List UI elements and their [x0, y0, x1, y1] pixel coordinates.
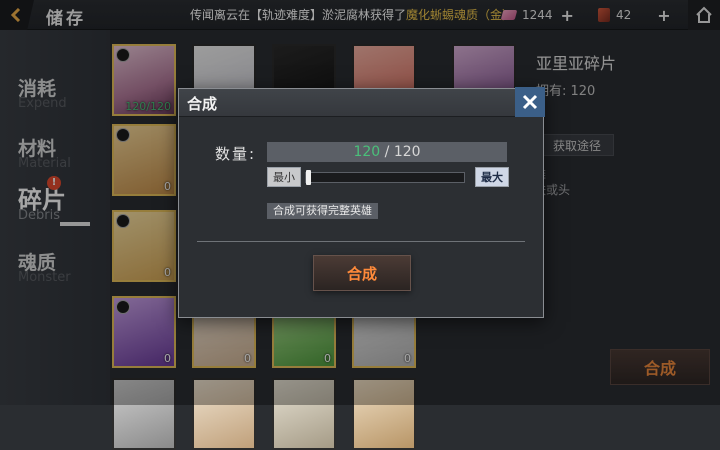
compose-button[interactable]: 合成	[313, 255, 411, 291]
quantity-current: 120	[353, 144, 381, 160]
quantity-display: 120 / 120	[267, 142, 507, 162]
compose-dialog: 合成 数量: 120 / 120 最小 最大 合成可获得完整英雄 合成	[178, 87, 545, 318]
quantity-max: 120	[393, 144, 421, 160]
divider	[197, 241, 525, 242]
close-icon	[522, 94, 538, 110]
quantity-slider[interactable]	[305, 170, 465, 185]
max-button[interactable]: 最大	[475, 167, 509, 187]
slider-handle[interactable]	[306, 170, 311, 185]
quantity-separator: /	[380, 144, 394, 160]
close-button[interactable]	[515, 87, 545, 117]
quantity-label: 数量:	[215, 145, 257, 163]
min-button[interactable]: 最小	[267, 167, 301, 187]
dialog-title: 合成	[187, 95, 218, 113]
dialog-header: 合成	[179, 89, 543, 117]
compose-hint: 合成可获得完整英雄	[267, 203, 378, 219]
